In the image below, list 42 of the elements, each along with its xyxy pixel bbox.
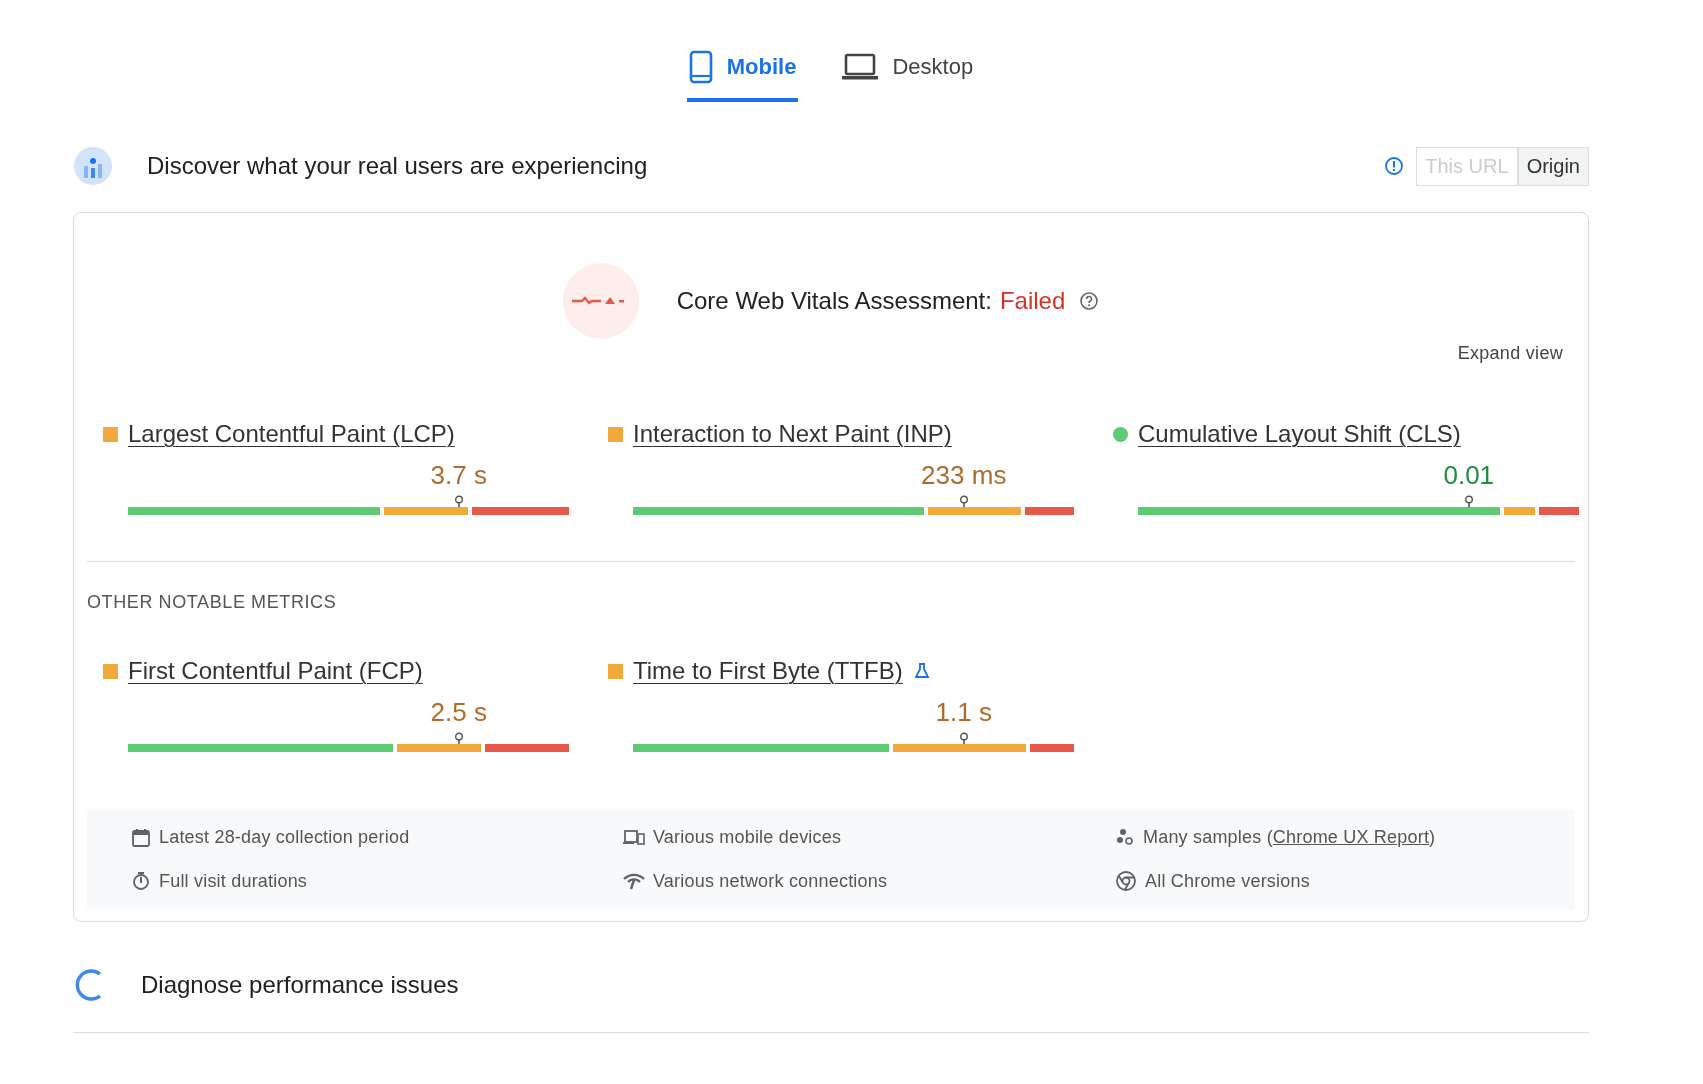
info-text: Full visit durations <box>159 870 308 892</box>
signal-icon <box>623 872 645 890</box>
dots-icon <box>1115 827 1135 848</box>
device-tab[interactable]: Desktop <box>840 50 976 102</box>
section-heading: OTHER NOTABLE METRICS <box>87 592 338 613</box>
rating-dot-icon <box>1113 426 1128 442</box>
metric-link[interactable]: Interaction to Next Paint (INP) <box>633 420 952 448</box>
metric-link[interactable]: Cumulative Layout Shift (CLS) <box>1138 420 1461 448</box>
assessment-result: Failed <box>999 287 1066 315</box>
report-link[interactable]: Chrome UX Report <box>1272 827 1430 847</box>
rating-square-icon <box>608 426 623 442</box>
metric-value: 233 ms <box>921 460 1007 491</box>
laptop-icon <box>842 53 879 81</box>
timer-icon <box>131 871 151 891</box>
info-text: Latest 28-day collection period <box>159 827 410 848</box>
users-chart-icon <box>73 146 113 186</box>
info-text: Various network connections <box>653 870 888 892</box>
expand-view-link[interactable]: Expand view <box>1457 343 1563 364</box>
metric-value: 3.7 s <box>430 460 487 491</box>
rating-square-icon <box>103 426 118 442</box>
browser-logo-icon <box>1115 870 1137 892</box>
metric-value: 2.5 s <box>430 697 487 728</box>
assessment-label: Core Web Vitals Assessment: <box>676 287 992 315</box>
help-icon[interactable] <box>1079 291 1100 311</box>
rating-square-icon <box>608 663 623 679</box>
scope-toggle-button[interactable]: Origin <box>1517 146 1589 186</box>
info-icon[interactable] <box>1384 156 1405 176</box>
section-title: Diagnose performance issues <box>141 971 459 999</box>
metric-link[interactable]: Time to First Byte (TTFB) <box>633 657 903 685</box>
phone-icon <box>688 50 713 84</box>
section-title: Discover what your real users are experiencing <box>147 152 648 180</box>
rating-square-icon <box>103 663 118 679</box>
metric-link[interactable]: First Contentful Paint (FCP) <box>128 657 423 685</box>
devices-icon <box>623 828 645 847</box>
info-text: Many samples (Chrome UX Report) <box>1143 827 1436 848</box>
metric-value: 0.01 <box>1443 460 1495 491</box>
info-text: All Chrome versions <box>1145 870 1310 892</box>
device-tab[interactable]: Mobile <box>686 50 799 102</box>
metric-value: 1.1 s <box>935 697 992 728</box>
calendar-icon <box>131 827 151 848</box>
info-text: Various mobile devices <box>653 827 842 848</box>
metric-link[interactable]: Largest Contentful Paint (LCP) <box>128 420 455 448</box>
